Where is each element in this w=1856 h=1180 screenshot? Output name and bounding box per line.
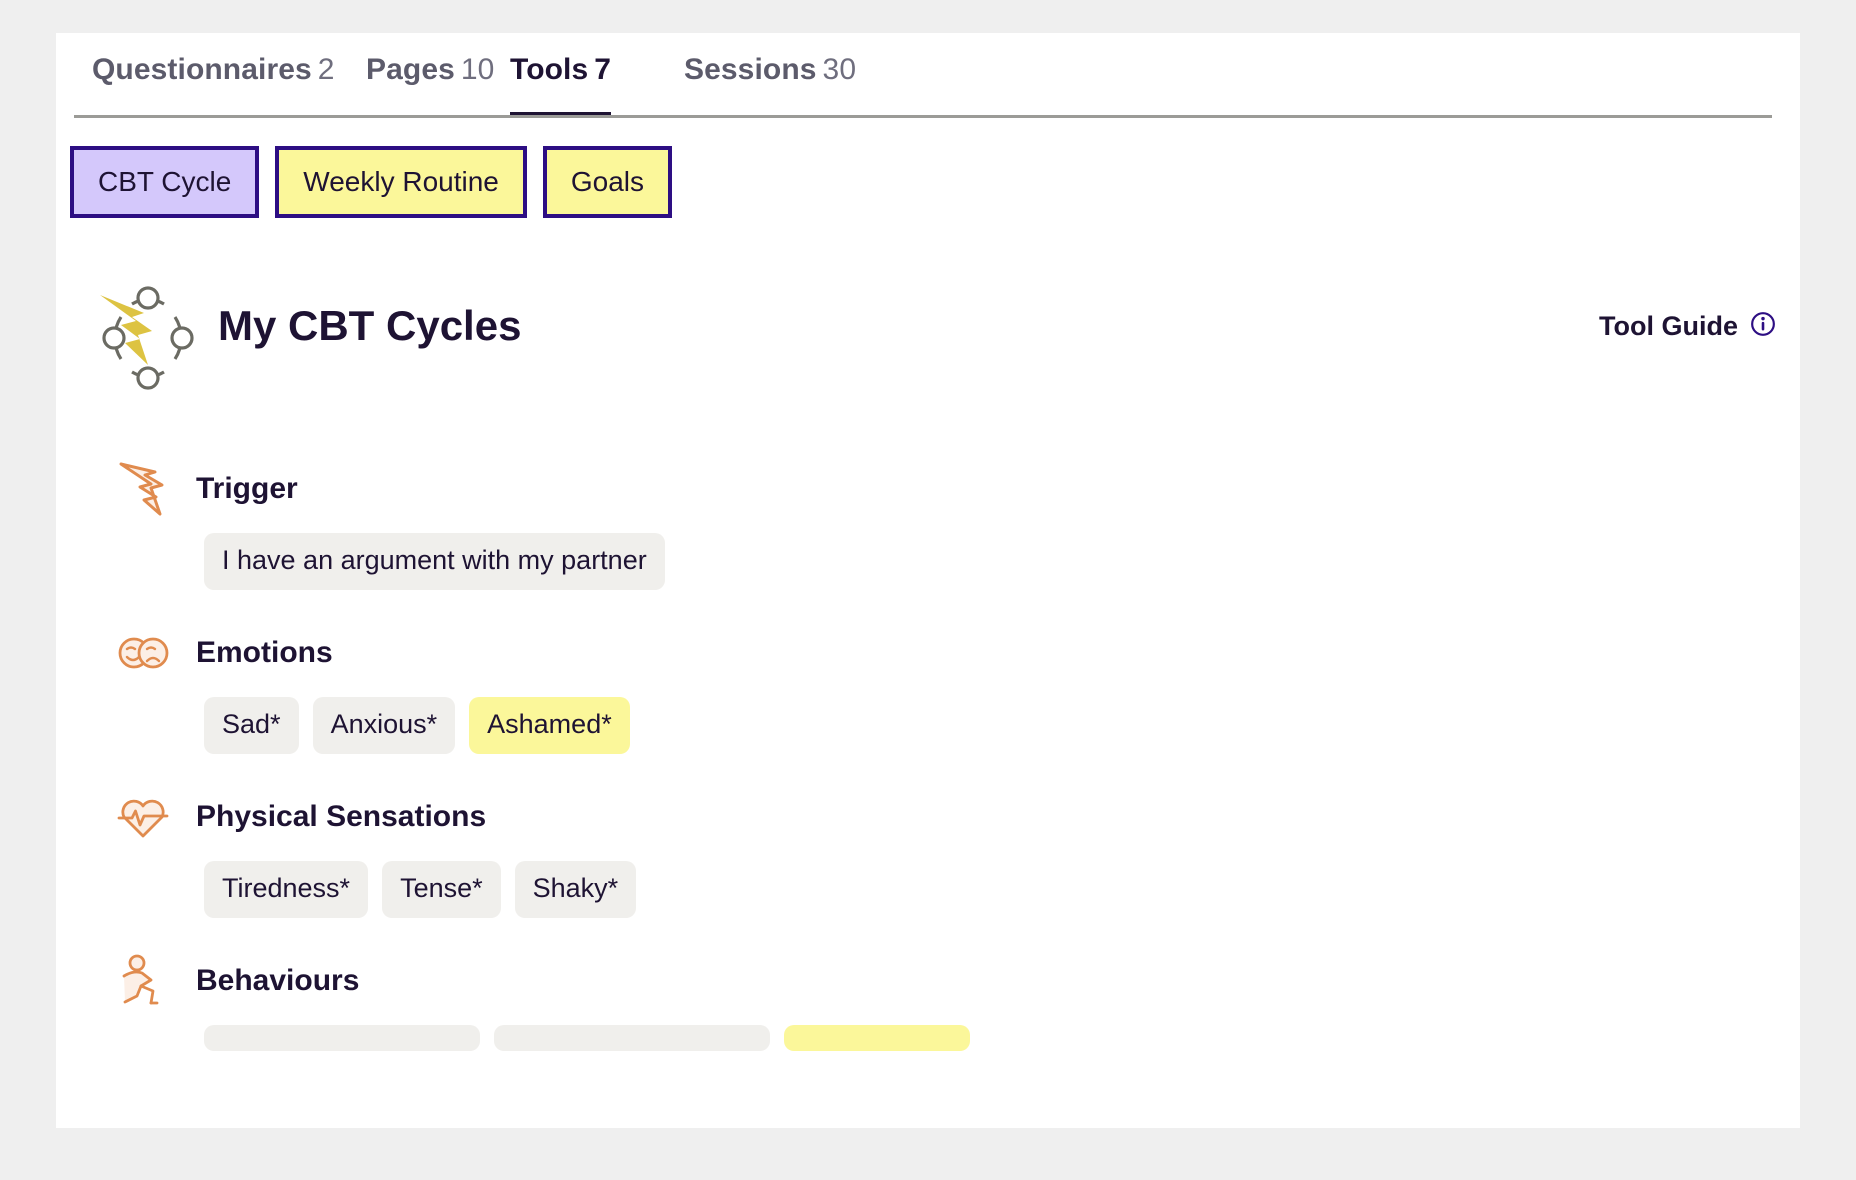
- tab-pages-label: Pages: [366, 53, 455, 86]
- section-physical-sensations-items: Tiredness* Tense* Shaky*: [56, 861, 1800, 918]
- section-behaviours-head: Behaviours: [56, 950, 1800, 1012]
- section-trigger-head: Trigger: [56, 458, 1800, 520]
- emotion-item[interactable]: Sad*: [204, 697, 299, 754]
- cbt-cycle-icon: [88, 273, 208, 393]
- tab-pages[interactable]: Pages 10: [366, 53, 494, 118]
- tab-bar: Questionnaires 2 Pages 10 Tools 7 Sessions 3…: [56, 33, 1800, 118]
- tool-card: Questionnaires 2 Pages 10 Tools 7 Sessions 3…: [56, 33, 1800, 1128]
- section-emotions-title: Emotions: [196, 636, 333, 669]
- tool-title: My CBT Cycles: [218, 302, 522, 349]
- tool-chip-cbt-cycle-label: CBT Cycle: [98, 166, 232, 197]
- lightning-bolt-icon: [112, 458, 174, 520]
- tab-tools-count: 7: [594, 53, 612, 86]
- emotion-item[interactable]: Ashamed*: [469, 697, 630, 754]
- tab-tools-label: Tools: [510, 53, 589, 86]
- section-trigger-items: I have an argument with my partner: [56, 533, 1800, 590]
- tab-questionnaires[interactable]: Questionnaires 2: [92, 53, 335, 118]
- tab-questionnaires-label: Questionnaires: [92, 53, 312, 86]
- behaviour-item[interactable]: [494, 1025, 770, 1051]
- section-behaviours: Behaviours: [56, 950, 1800, 1051]
- tool-guide-button[interactable]: Tool Guide: [1599, 311, 1776, 342]
- tab-tools[interactable]: Tools 7: [510, 53, 612, 118]
- section-physical-sensations: Physical Sensations Tiredness* Tense* Sh…: [56, 786, 1800, 918]
- tool-chip-group: CBT Cycle Weekly Routine Goals: [70, 146, 673, 218]
- behaviour-item[interactable]: [784, 1025, 970, 1051]
- sensation-item[interactable]: Tense*: [382, 861, 501, 918]
- section-emotions-head: Emotions: [56, 622, 1800, 684]
- tool-chip-goals[interactable]: Goals: [542, 146, 673, 218]
- tab-questionnaires-count: 2: [317, 53, 335, 86]
- section-emotions: Emotions Sad* Anxious* Ashamed*: [56, 622, 1800, 754]
- section-emotions-items: Sad* Anxious* Ashamed*: [56, 697, 1800, 754]
- two-faces-icon: [112, 622, 174, 684]
- cbt-cycle-sections: Trigger I have an argument with my partn…: [56, 458, 1800, 1083]
- tool-chip-weekly-routine-label: Weekly Routine: [303, 166, 499, 197]
- section-physical-sensations-head: Physical Sensations: [56, 786, 1800, 848]
- tab-divider: [74, 115, 1772, 118]
- section-trigger-title: Trigger: [196, 472, 298, 505]
- tab-sessions[interactable]: Sessions 30: [684, 53, 856, 118]
- info-circle-icon: [1750, 311, 1776, 342]
- tool-guide-label: Tool Guide: [1599, 311, 1738, 341]
- running-person-icon: [112, 950, 174, 1012]
- tab-sessions-count: 30: [822, 53, 857, 86]
- heart-pulse-icon: [112, 786, 174, 848]
- section-trigger: Trigger I have an argument with my partn…: [56, 458, 1800, 590]
- sensation-item[interactable]: Tiredness*: [204, 861, 369, 918]
- tool-chip-goals-label: Goals: [570, 166, 645, 197]
- emotion-item[interactable]: Anxious*: [312, 697, 456, 754]
- trigger-item[interactable]: I have an argument with my partner: [204, 533, 665, 590]
- tool-header: My CBT Cycles Tool Guide: [56, 273, 1800, 393]
- section-physical-sensations-title: Physical Sensations: [196, 800, 487, 833]
- tool-chip-weekly-routine[interactable]: Weekly Routine: [275, 146, 527, 218]
- tab-sessions-label: Sessions: [684, 53, 817, 86]
- tool-chip-cbt-cycle[interactable]: CBT Cycle: [70, 146, 260, 218]
- section-behaviours-title: Behaviours: [196, 964, 360, 997]
- sensation-item[interactable]: Shaky*: [514, 861, 637, 918]
- tab-pages-count: 10: [460, 53, 495, 86]
- behaviour-item[interactable]: [204, 1025, 480, 1051]
- section-behaviours-items: [56, 1025, 1800, 1051]
